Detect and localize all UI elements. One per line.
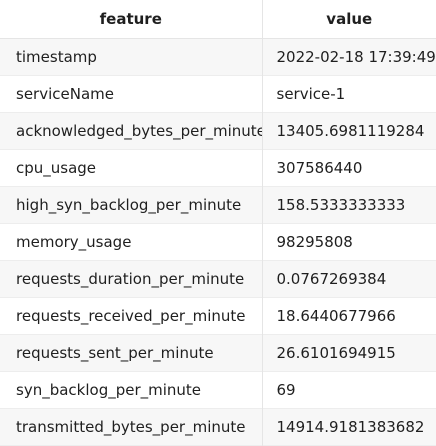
feature-cell: memory_usage (0, 223, 263, 261)
feature-cell: syn_backlog_per_minute (0, 371, 263, 409)
feature-cell: acknowledged_bytes_per_minute (0, 112, 263, 150)
table-body: timestamp 2022-02-18 17:39:49 serviceNam… (0, 38, 436, 446)
feature-cell: requests_sent_per_minute (0, 334, 263, 372)
value-cell: 26.6101694915 (262, 334, 436, 372)
table-header: feature value (0, 0, 436, 39)
feature-cell: requests_received_per_minute (0, 297, 263, 335)
value-cell: 69 (262, 371, 436, 409)
feature-table-container: feature value timestamp 2022-02-18 17:39… (0, 0, 436, 446)
table-row: serviceName service-1 (0, 75, 436, 113)
feature-cell: serviceName (0, 75, 263, 113)
value-cell: 14914.9181383682 (262, 408, 436, 446)
value-cell: 18.6440677966 (262, 297, 436, 335)
table-row: requests_duration_per_minute 0.076726938… (0, 260, 436, 298)
table-row: acknowledged_bytes_per_minute 13405.6981… (0, 112, 436, 150)
column-header-feature: feature (0, 0, 263, 39)
value-cell: 307586440 (262, 149, 436, 187)
table-row: transmitted_bytes_per_minute 14914.91813… (0, 408, 436, 446)
feature-cell: timestamp (0, 38, 263, 76)
table-row: requests_sent_per_minute 26.6101694915 (0, 334, 436, 372)
table-row: syn_backlog_per_minute 69 (0, 371, 436, 409)
feature-cell: cpu_usage (0, 149, 263, 187)
feature-cell: transmitted_bytes_per_minute (0, 408, 263, 446)
feature-cell: requests_duration_per_minute (0, 260, 263, 298)
table-row: high_syn_backlog_per_minute 158.53333333… (0, 186, 436, 224)
value-cell: 13405.6981119284 (262, 112, 436, 150)
table-row: cpu_usage 307586440 (0, 149, 436, 187)
table-row: requests_received_per_minute 18.64406779… (0, 297, 436, 335)
feature-cell: high_syn_backlog_per_minute (0, 186, 263, 224)
value-cell: 0.0767269384 (262, 260, 436, 298)
table-row: memory_usage 98295808 (0, 223, 436, 261)
header-row: feature value (0, 0, 436, 39)
value-cell: 158.5333333333 (262, 186, 436, 224)
feature-value-table: feature value timestamp 2022-02-18 17:39… (0, 0, 436, 446)
value-cell: 2022-02-18 17:39:49 (262, 38, 436, 76)
value-cell: 98295808 (262, 223, 436, 261)
column-header-value: value (262, 0, 436, 39)
table-row: timestamp 2022-02-18 17:39:49 (0, 38, 436, 76)
value-cell: service-1 (262, 75, 436, 113)
